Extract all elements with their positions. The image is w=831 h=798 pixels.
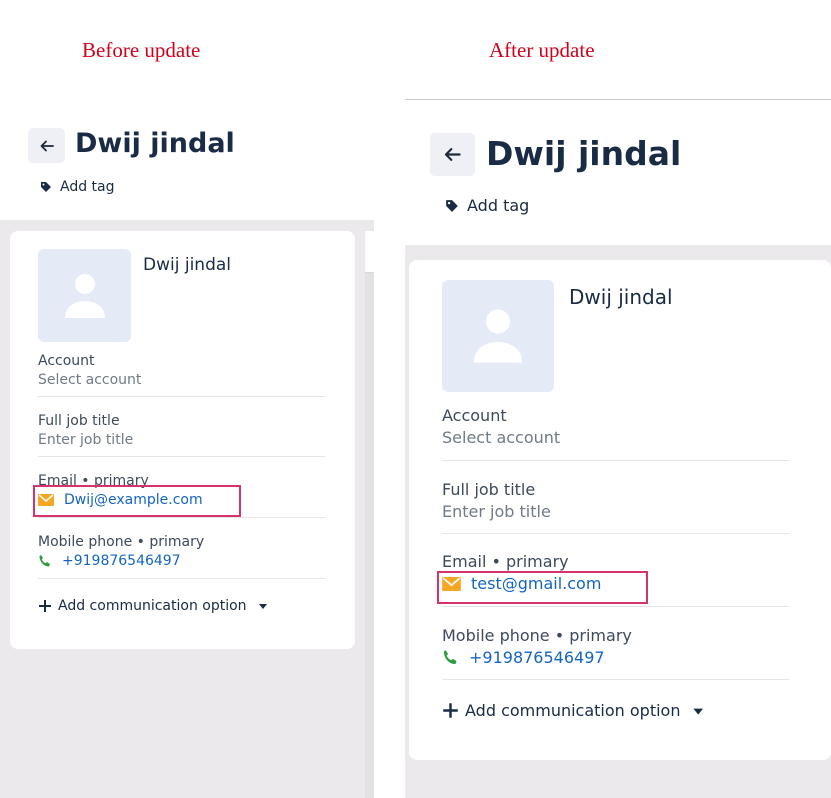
avatar[interactable] (38, 249, 131, 342)
caret-down-icon (258, 604, 267, 609)
email-highlight-box (437, 571, 648, 604)
contact-header: Dwij jindal Add tag (405, 100, 831, 245)
contact-header: Dwij jindal Add tag (0, 95, 374, 220)
job-title-label: Full job title (38, 413, 120, 429)
phone-label: Mobile phone • primary (38, 534, 205, 550)
contact-title: Dwij jindal (75, 128, 235, 159)
job-title-label: Full job title (442, 480, 536, 499)
contact-title: Dwij jindal (486, 134, 682, 173)
back-arrow-icon (40, 140, 54, 151)
account-label: Account (38, 353, 95, 369)
account-value[interactable]: Select account (38, 372, 325, 388)
plus-icon (39, 600, 51, 612)
back-arrow-icon (444, 148, 461, 161)
add-tag-label: Add tag (60, 179, 115, 195)
contact-card: Dwij jindal Account Select account Full … (10, 231, 355, 649)
add-communication-button[interactable]: Add communication option (38, 598, 271, 614)
adjacent-panel-edge (365, 231, 374, 798)
account-label: Account (442, 406, 507, 425)
phone-value[interactable]: +919876546497 (62, 553, 181, 569)
avatar[interactable] (442, 280, 554, 392)
add-tag-link[interactable]: Add tag (445, 196, 529, 215)
tag-icon (446, 199, 458, 212)
tag-icon (41, 182, 51, 192)
account-field[interactable]: Account Select account (38, 353, 325, 397)
after-screenshot: Dwij jindal Add tag Dwij jindal Account … (405, 99, 831, 798)
plus-icon (443, 703, 458, 718)
phone-field[interactable]: Mobile phone • primary +919876546497 (38, 534, 325, 579)
add-tag-label: Add tag (467, 196, 530, 215)
job-title-field[interactable]: Full job title Enter job title (442, 480, 789, 534)
add-communication-label: Add communication option (58, 598, 247, 614)
back-button[interactable] (28, 128, 65, 163)
job-title-value[interactable]: Enter job title (38, 432, 325, 448)
phone-link[interactable]: +919876546497 (38, 553, 325, 569)
email-label: Email • primary (442, 552, 569, 571)
account-value[interactable]: Select account (442, 428, 789, 447)
phone-label: Mobile phone • primary (442, 626, 632, 645)
phone-field[interactable]: Mobile phone • primary +919876546497 (442, 626, 789, 680)
phone-link[interactable]: +919876546497 (442, 648, 789, 667)
person-icon (64, 273, 105, 318)
back-button[interactable] (430, 133, 475, 176)
phone-icon (443, 650, 457, 665)
contact-card: Dwij jindal Account Select account Full … (409, 260, 831, 760)
before-screenshot: Dwij jindal Add tag Dwij jindal Account … (0, 95, 374, 798)
add-tag-link[interactable]: Add tag (40, 179, 115, 195)
add-communication-label: Add communication option (465, 701, 681, 720)
before-update-caption: Before update (82, 38, 201, 62)
phone-value[interactable]: +919876546497 (469, 648, 605, 667)
card-contact-name: Dwij jindal (143, 255, 231, 275)
job-title-value[interactable]: Enter job title (442, 502, 789, 521)
email-highlight-box (33, 485, 241, 517)
after-update-caption: After update (489, 38, 595, 62)
job-title-field[interactable]: Full job title Enter job title (38, 413, 325, 457)
card-contact-name: Dwij jindal (569, 285, 673, 309)
caret-down-icon (693, 708, 704, 715)
phone-icon (39, 555, 50, 567)
person-icon (473, 309, 523, 363)
add-communication-button[interactable]: Add communication option (442, 701, 708, 720)
account-field[interactable]: Account Select account (442, 406, 789, 461)
